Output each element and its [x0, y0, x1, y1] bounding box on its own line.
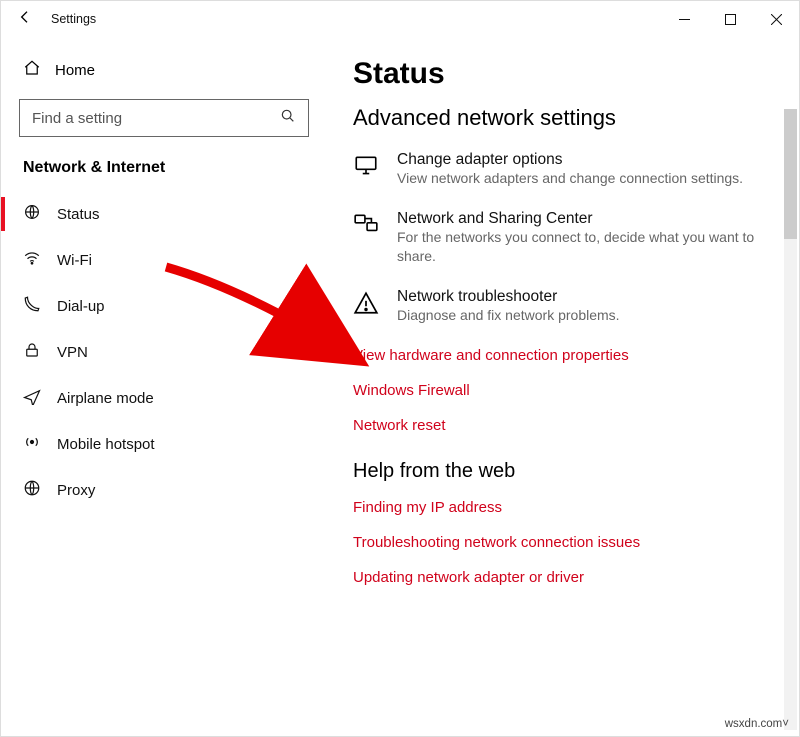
dialup-icon [23, 295, 41, 317]
sidebar-item-status[interactable]: Status [19, 191, 325, 237]
sidebar-item-vpn[interactable]: VPN [19, 329, 325, 375]
home-nav[interactable]: Home [19, 51, 325, 99]
help-heading: Help from the web [353, 460, 799, 483]
sidebar-item-label: VPN [57, 344, 88, 361]
sidebar-item-hotspot[interactable]: Mobile hotspot [19, 421, 325, 467]
home-label: Home [55, 62, 95, 79]
page-subtitle: Advanced network settings [353, 105, 799, 131]
sidebar-item-label: Status [57, 206, 100, 223]
page-title: Status [353, 57, 799, 91]
setting-title: Network troubleshooter [397, 288, 620, 306]
status-icon [23, 203, 41, 225]
section-title: Network & Internet [23, 159, 325, 177]
sidebar-item-label: Dial-up [57, 298, 105, 315]
link-firewall[interactable]: Windows Firewall [353, 382, 799, 399]
watermark: wsxdn.com˅ [725, 718, 789, 730]
search-input[interactable]: Find a setting [19, 99, 309, 137]
help-link-troubleshoot[interactable]: Troubleshooting network connection issue… [353, 534, 799, 551]
minimize-button[interactable] [661, 3, 707, 35]
setting-troubleshooter[interactable]: Network troubleshooter Diagnose and fix … [353, 288, 763, 325]
setting-desc: View network adapters and change connect… [397, 169, 743, 188]
window-title: Settings [51, 12, 96, 26]
proxy-icon [23, 479, 41, 501]
setting-title: Change adapter options [397, 151, 743, 169]
scrollbar[interactable] [784, 109, 797, 730]
search-placeholder: Find a setting [32, 110, 122, 127]
sidebar-item-proxy[interactable]: Proxy [19, 467, 325, 513]
setting-sharing-center[interactable]: Network and Sharing Center For the netwo… [353, 210, 763, 266]
airplane-icon [23, 387, 41, 409]
maximize-button[interactable] [707, 3, 753, 35]
home-icon [23, 59, 41, 81]
warning-icon [353, 288, 379, 325]
help-link-ip[interactable]: Finding my IP address [353, 499, 799, 516]
wifi-icon [23, 249, 41, 271]
monitor-icon [353, 151, 379, 188]
sidebar-item-label: Proxy [57, 482, 95, 499]
setting-title: Network and Sharing Center [397, 210, 763, 228]
setting-desc: Diagnose and fix network problems. [397, 306, 620, 325]
hotspot-icon [23, 433, 41, 455]
link-hardware-props[interactable]: View hardware and connection properties [353, 347, 799, 364]
link-network-reset[interactable]: Network reset [353, 417, 799, 434]
sidebar-item-wifi[interactable]: Wi-Fi [19, 237, 325, 283]
setting-desc: For the networks you connect to, decide … [397, 228, 763, 266]
back-button[interactable] [17, 9, 33, 30]
sidebar-item-label: Mobile hotspot [57, 436, 155, 453]
sharing-icon [353, 210, 379, 266]
sidebar-item-dialup[interactable]: Dial-up [19, 283, 325, 329]
help-link-update-adapter[interactable]: Updating network adapter or driver [353, 569, 799, 586]
setting-adapter-options[interactable]: Change adapter options View network adap… [353, 151, 763, 188]
close-button[interactable] [753, 3, 799, 35]
vpn-icon [23, 341, 41, 363]
sidebar-item-label: Wi-Fi [57, 252, 92, 269]
sidebar-item-label: Airplane mode [57, 390, 154, 407]
search-icon [280, 108, 296, 128]
sidebar-item-airplane[interactable]: Airplane mode [19, 375, 325, 421]
